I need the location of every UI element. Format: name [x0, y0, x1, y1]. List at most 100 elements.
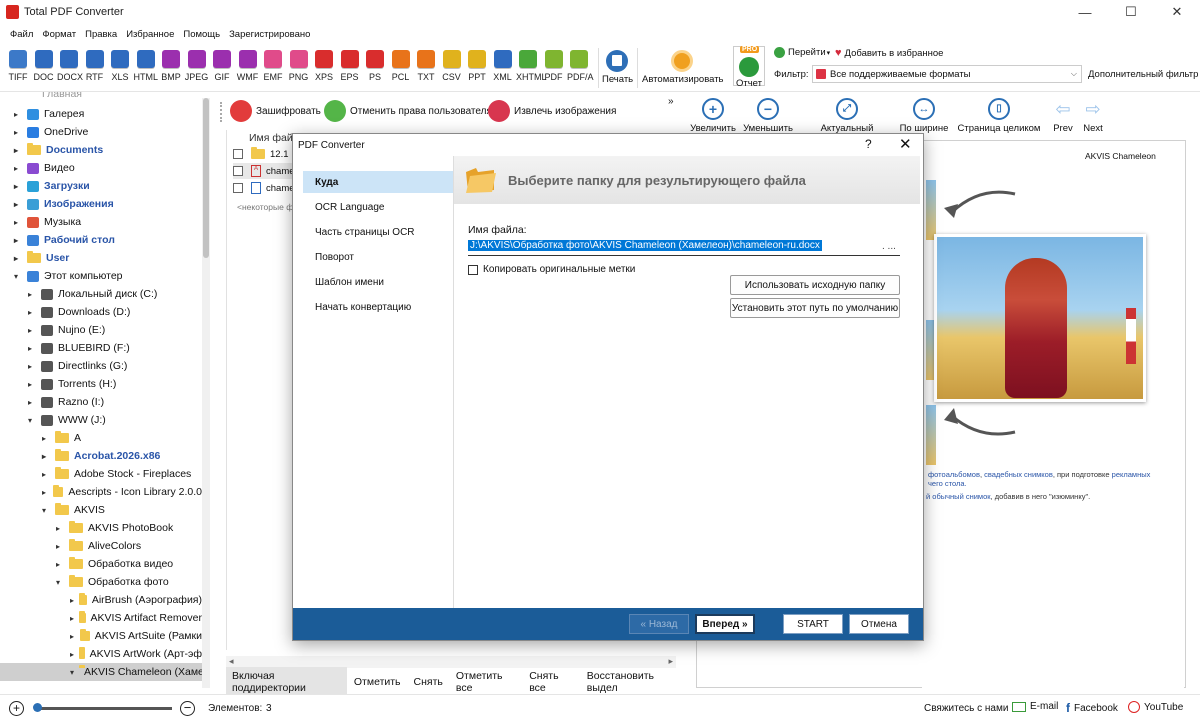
tree-item[interactable]: ▸ Directlinks (G:)	[0, 357, 202, 375]
tree-item[interactable]: ▸ AirBrush (Аэрография)	[0, 591, 202, 609]
format-pdf-a-button[interactable]: PDF/A	[567, 50, 594, 82]
chevron-right-icon[interactable]: ▸	[70, 596, 74, 605]
tree-item[interactable]: ▸ User	[0, 249, 202, 267]
chevron-right-icon[interactable]: ▸	[70, 650, 74, 659]
list-item[interactable]: 12.1	[233, 146, 289, 162]
print-button[interactable]: Печать	[602, 50, 633, 85]
format-png-button[interactable]: PNG	[287, 50, 311, 82]
chevron-down-icon[interactable]: ▾	[42, 506, 50, 515]
minimize-button[interactable]: —	[1062, 0, 1108, 24]
restore-selection-button[interactable]: Восстановить выдел	[581, 667, 685, 697]
tree-item[interactable]: ▸ Изображения	[0, 195, 202, 213]
chevron-right-icon[interactable]: ▸	[14, 236, 22, 245]
prev-page-button[interactable]: ⇦ Prev	[1050, 98, 1076, 134]
step-destination[interactable]: Куда	[303, 171, 453, 193]
check-all-button[interactable]: Отметить все	[450, 667, 522, 697]
tree-item[interactable]: ▸ Музыка	[0, 213, 202, 231]
format-doc-button[interactable]: DOC	[32, 50, 56, 82]
zoom-out-button[interactable]: − Уменьшить	[742, 98, 794, 134]
tree-item[interactable]: ▸ AKVIS ArtWork (Арт-эф	[0, 645, 202, 663]
tree-item[interactable]: ▸ Downloads (D:)	[0, 303, 202, 321]
extract-images-button[interactable]: Извлечь изображения	[488, 100, 616, 122]
back-button[interactable]: « Назад	[629, 614, 689, 634]
tree-item[interactable]: ▸ Aescripts - Icon Library 2.0.0	[0, 483, 202, 501]
more-chevron-icon[interactable]: »	[668, 96, 674, 107]
tree-item[interactable]: ▸ AKVIS ArtSuite (Рамки	[0, 627, 202, 645]
format-jpeg-button[interactable]: JPEG	[185, 50, 209, 82]
zoom-slider[interactable]	[36, 707, 172, 710]
facebook-link[interactable]: f Facebook	[1066, 701, 1118, 715]
format-html-button[interactable]: HTML	[134, 50, 158, 82]
menu-registered[interactable]: Зарегистрировано	[229, 29, 310, 40]
chevron-right-icon[interactable]: ▸	[56, 524, 64, 533]
format-pcl-button[interactable]: PCL	[389, 50, 413, 82]
uncheck-button[interactable]: Снять	[408, 673, 449, 691]
chevron-right-icon[interactable]: ▸	[14, 254, 22, 263]
browse-button[interactable]: . ...	[882, 241, 896, 252]
format-wmf-button[interactable]: WMF	[236, 50, 260, 82]
close-button[interactable]: ✕	[1154, 0, 1200, 24]
tree-item[interactable]: ▸ Documents	[0, 141, 202, 159]
tree-item[interactable]: ▸ AliveColors	[0, 537, 202, 555]
copy-tags-option[interactable]: Копировать оригинальные метки	[468, 264, 635, 275]
format-xps-button[interactable]: XPS	[312, 50, 336, 82]
goto-button[interactable]: Перейти ▾	[774, 47, 830, 58]
tree-item[interactable]: ▸ Torrents (H:)	[0, 375, 202, 393]
tree-scroll-thumb[interactable]	[203, 98, 209, 258]
chevron-right-icon[interactable]: ▸	[42, 434, 50, 443]
fit-width-button[interactable]: ↔ По ширине	[898, 98, 950, 134]
tree-item[interactable]: ▸ Рабочий стол	[0, 231, 202, 249]
set-default-path-button[interactable]: Установить этот путь по умолчанию	[730, 298, 900, 318]
chevron-right-icon[interactable]: ▸	[14, 110, 22, 119]
help-button[interactable]: ?	[865, 137, 872, 151]
filename-input[interactable]: J:\AKVIS\Обработка фото\AKVIS Chameleon …	[468, 238, 900, 256]
maximize-button[interactable]: ☐	[1108, 0, 1154, 24]
include-subdirs-toggle[interactable]: Включая поддиректории	[226, 667, 347, 697]
chevron-right-icon[interactable]: ▸	[28, 344, 36, 353]
format-ps-button[interactable]: PS	[363, 50, 387, 82]
encrypt-button[interactable]: Зашифровать	[230, 100, 321, 122]
tree-item[interactable]: ▾ Обработка фото	[0, 573, 202, 591]
copy-tags-checkbox[interactable]	[468, 264, 478, 275]
chevron-right-icon[interactable]: ▸	[14, 218, 22, 227]
tree-item[interactable]: ▸ Adobe Stock - Fireplaces	[0, 465, 202, 483]
dialog-close-button[interactable]: ✕	[899, 135, 912, 153]
extra-filter-link[interactable]: Дополнительный фильтр	[1088, 69, 1198, 80]
format-ppt-button[interactable]: PPT	[465, 50, 489, 82]
chevron-right-icon[interactable]: ▸	[14, 200, 22, 209]
tree-item[interactable]: ▸ BLUEBIRD (F:)	[0, 339, 202, 357]
format-emf-button[interactable]: EMF	[261, 50, 285, 82]
tree-item[interactable]: ▸ Обработка видео	[0, 555, 202, 573]
list-item[interactable]: chame	[233, 180, 295, 196]
step-ocr-language[interactable]: OCR Language	[303, 196, 453, 218]
chevron-down-icon[interactable]: ▾	[14, 272, 22, 281]
zoom-out-icon[interactable]: −	[180, 701, 195, 716]
row-checkbox[interactable]	[233, 149, 243, 159]
revoke-rights-button[interactable]: Отменить права пользователя	[324, 100, 492, 122]
start-button[interactable]: START	[783, 614, 843, 634]
chevron-right-icon[interactable]: ▸	[28, 362, 36, 371]
zoom-in-icon[interactable]: +	[9, 701, 24, 716]
menu-favorites[interactable]: Избранное	[126, 29, 174, 40]
tree-item[interactable]: ▸ A	[0, 429, 202, 447]
email-link[interactable]: E-mail	[1012, 701, 1058, 712]
tree-item[interactable]: ▾ AKVIS Chameleon (Хаме	[0, 663, 204, 681]
chevron-right-icon[interactable]: ▸	[28, 398, 36, 407]
format-gif-button[interactable]: GIF	[210, 50, 234, 82]
tree-item[interactable]: ▸ AKVIS PhotoBook	[0, 519, 202, 537]
format-bmp-button[interactable]: BMP	[159, 50, 183, 82]
tree-item[interactable]: ▸ Загрузки	[0, 177, 202, 195]
tree-item[interactable]: ▸ Nujno (E:)	[0, 321, 202, 339]
format-xml-button[interactable]: XML	[491, 50, 515, 82]
tree-item[interactable]: ▸ OneDrive	[0, 123, 202, 141]
step-name-template[interactable]: Шаблон имени	[303, 271, 453, 293]
chevron-down-icon[interactable]: ▾	[56, 578, 64, 587]
format-xls-button[interactable]: XLS	[108, 50, 132, 82]
chevron-right-icon[interactable]: ▸	[42, 452, 50, 461]
add-favorite-button[interactable]: ♥ Добавить в избранное	[835, 47, 943, 59]
filter-select[interactable]: Все поддерживаемые форматы ⌵	[812, 65, 1082, 83]
list-item[interactable]: A chame	[233, 163, 299, 179]
tree-item[interactable]: ▾ WWW (J:)	[0, 411, 202, 429]
chevron-down-icon[interactable]: ▾	[28, 416, 36, 425]
format-docx-button[interactable]: DOCX	[57, 50, 83, 82]
